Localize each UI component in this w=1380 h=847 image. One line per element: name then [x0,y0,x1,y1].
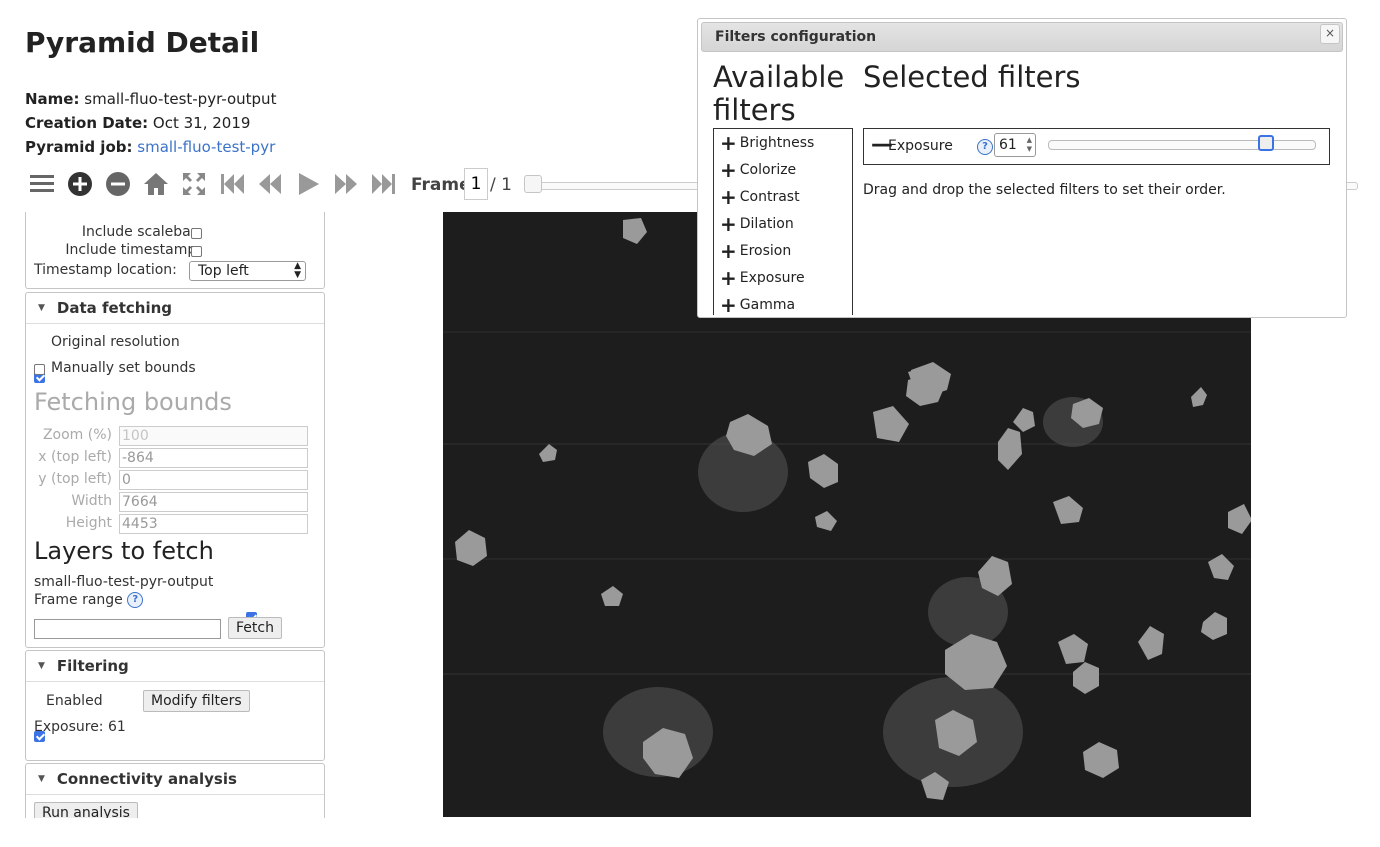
x-top-left-label: x (top left) [38,449,112,465]
fullscreen-icon[interactable] [180,170,208,198]
filter-enabled-label: Enabled [46,693,103,709]
filtering-header[interactable]: ▼ Filtering [26,651,324,682]
help-icon[interactable]: ? [977,139,993,155]
timestamp-location-value: Top left [198,263,249,279]
date-value: Oct 31, 2019 [152,114,251,132]
frame-total: / 1 [490,175,512,195]
filtering-panel: ▼ Filtering Enabled Modify filters Exposu… [25,650,325,761]
last-frame-icon[interactable] [370,170,398,198]
plus-icon: + [720,157,737,182]
select-arrows-icon: ▲ ▼ [294,261,301,280]
timestamp-location-select[interactable]: Top left ▲ ▼ [189,261,306,281]
scalebar-checkbox[interactable] [191,228,202,239]
scalebar-label: Include scalebar: [81,224,201,240]
job-label: Pyramid job: [25,138,133,156]
manual-bounds-label: Manually set bounds [51,360,196,376]
plus-icon: + [720,292,737,315]
pyramid-name-row: Name: small-fluo-test-pyr-output [25,90,276,108]
plus-icon: + [720,211,737,236]
y-top-left-label: y (top left) [38,471,112,487]
connectivity-panel: ▼ Connectivity analysis Run analysis [25,763,325,818]
menu-icon[interactable] [28,170,56,198]
zoom-field[interactable]: 100 [119,426,308,446]
name-value: small-fluo-test-pyr-output [84,90,277,108]
height-label: Height [65,515,112,531]
frame-input[interactable] [464,168,488,200]
available-filter-item[interactable]: + Gamma [714,291,852,315]
frame-label: Frame [411,175,471,195]
frame-range-label: Frame range [34,592,123,608]
fetch-button[interactable]: Fetch [228,617,282,639]
pyramid-job-link[interactable]: small-fluo-test-pyr [137,138,275,156]
date-label: Creation Date: [25,114,149,132]
modify-filters-button[interactable]: Modify filters [143,690,250,712]
exposure-slider-track[interactable] [1048,140,1316,150]
height-field[interactable]: 4453 [119,514,308,534]
y-top-left-field[interactable]: 0 [119,470,308,490]
collapse-triangle-icon: ▼ [38,774,45,784]
data-fetching-panel: ▼ Data fetching Original resolution Manua… [25,292,325,648]
frame-slider-handle[interactable] [524,175,542,193]
timestamp-checkbox[interactable] [191,246,202,257]
close-icon[interactable]: × [1320,24,1340,44]
available-filter-item[interactable]: + Exposure [714,264,852,291]
page-title: Pyramid Detail [25,26,260,59]
exposure-slider-handle[interactable] [1258,135,1275,151]
available-filter-item[interactable]: + Colorize [714,156,852,183]
layers-title: Layers to fetch [34,537,214,565]
play-icon[interactable] [294,170,322,198]
export-panel: Include scalebar: Include timestamp: Tim… [25,212,325,289]
width-label: Width [71,493,112,509]
dialog-titlebar[interactable]: Filters configuration [701,22,1343,52]
layer-name: small-fluo-test-pyr-output [34,574,214,590]
frame-range-input[interactable] [34,619,221,639]
name-label: Name: [25,90,80,108]
zoom-out-icon[interactable] [104,170,132,198]
pyramid-job-row: Pyramid job: small-fluo-test-pyr [25,138,275,156]
filters-dialog: Filters configuration × Available filter… [697,18,1347,318]
selected-filters-list: — Exposure ? 61 ▲ ▼ [863,128,1330,165]
timestamp-label: Include timestamp: [65,242,201,258]
run-analysis-button[interactable]: Run analysis [34,802,138,818]
available-filters-title: Available filters [713,60,845,127]
manual-bounds-checkbox[interactable] [34,364,45,375]
connectivity-header[interactable]: ▼ Connectivity analysis [26,764,324,795]
exposure-value-stepper[interactable]: 61 ▲ ▼ [994,133,1036,157]
next-frame-icon[interactable] [332,170,360,198]
timestamp-location-label: Timestamp location: [34,262,177,278]
zoom-label: Zoom (%) [42,427,112,443]
dialog-title: Filters configuration [715,29,877,45]
connectivity-title: Connectivity analysis [56,770,237,788]
home-icon[interactable] [142,170,170,198]
available-filter-item[interactable]: + Dilation [714,210,852,237]
collapse-triangle-icon: ▼ [38,661,45,671]
width-field[interactable]: 7664 [119,492,308,512]
available-filter-item[interactable]: + Brightness [714,129,852,156]
plus-icon: + [720,184,737,209]
fetching-bounds-title: Fetching bounds [34,388,232,416]
available-filters-list: + Brightness + Colorize + Contrast + Dilatio… [713,128,853,315]
selected-filter-name: Exposure [888,138,953,154]
selected-filters-title: Selected filters [863,60,1081,94]
original-resolution-label: Original resolution [51,334,180,350]
data-fetching-title: Data fetching [56,299,173,317]
stepper-arrows-icon[interactable]: ▲ ▼ [1027,136,1032,154]
first-frame-icon[interactable] [218,170,246,198]
available-filter-item[interactable]: + Contrast [714,183,852,210]
exposure-status: Exposure: 61 [34,719,126,735]
plus-icon: + [720,130,737,155]
data-fetching-header[interactable]: ▼ Data fetching [26,293,324,324]
plus-icon: + [720,238,737,263]
collapse-triangle-icon: ▼ [38,303,45,313]
previous-frame-icon[interactable] [256,170,284,198]
available-filter-item[interactable]: + Erosion [714,237,852,264]
plus-icon: + [720,265,737,290]
order-hint: Drag and drop the selected filters to se… [863,182,1226,198]
help-icon[interactable]: ? [127,592,144,608]
exposure-value: 61 [999,137,1017,153]
zoom-in-icon[interactable] [66,170,94,198]
creation-date-row: Creation Date: Oct 31, 2019 [25,114,250,132]
filtering-title: Filtering [56,657,129,675]
x-top-left-field[interactable]: -864 [119,448,308,468]
